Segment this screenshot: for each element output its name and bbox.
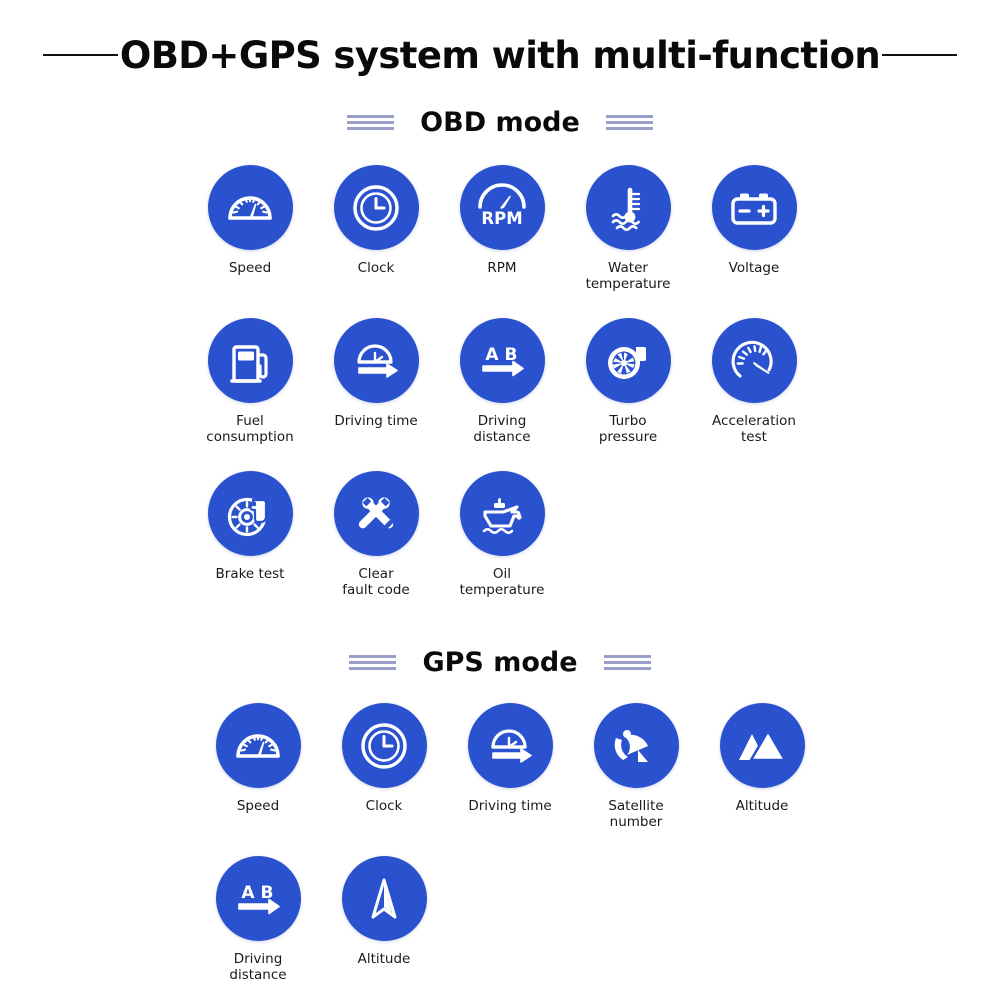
svg-text:B: B xyxy=(505,345,518,365)
obd-row-3: Brake test Clear fault code Oil temperat… xyxy=(187,471,565,599)
feature-label: Turbo pressure xyxy=(598,413,658,445)
feature-label: Driving distance xyxy=(229,951,287,983)
section-rule-right-icon xyxy=(603,654,651,670)
title-rule-left xyxy=(42,54,118,56)
speedometer-icon xyxy=(215,703,301,788)
section-title-gps: GPS mode xyxy=(422,646,578,678)
section-title-obd: OBD mode xyxy=(420,106,580,138)
feature-fuel-consumption[interactable]: Fuel consumption xyxy=(187,318,313,446)
fuel-pump-icon xyxy=(207,318,293,403)
feature-oil-temperature[interactable]: Oil temperature xyxy=(439,471,565,599)
svg-text:RPM: RPM xyxy=(481,209,522,228)
gps-row-2: A B Driving distance Altitude xyxy=(195,856,447,984)
driving-time-icon xyxy=(467,703,553,788)
feature-clear-fault-code[interactable]: Clear fault code xyxy=(313,471,439,599)
speedometer-icon xyxy=(207,165,293,250)
feature-label: Oil temperature xyxy=(459,566,545,598)
feature-brake-test[interactable]: Brake test xyxy=(187,471,313,583)
feature-label: Driving time xyxy=(334,413,418,429)
clock-icon xyxy=(341,703,427,788)
battery-icon xyxy=(711,165,797,250)
feature-gps-speed[interactable]: Speed xyxy=(195,703,321,815)
feature-label: RPM xyxy=(487,260,517,276)
clock-icon xyxy=(333,165,419,250)
feature-label: Satellite number xyxy=(608,798,664,830)
feature-label: Driving distance xyxy=(473,413,531,445)
feature-acceleration-test[interactable]: Acceleration test xyxy=(691,318,817,446)
wrench-tools-icon xyxy=(333,471,419,556)
driving-time-icon xyxy=(333,318,419,403)
feature-label: Acceleration test xyxy=(712,413,796,445)
feature-label: Fuel consumption xyxy=(206,413,294,445)
section-header-obd: OBD mode xyxy=(0,102,1000,142)
feature-label: Voltage xyxy=(728,260,780,276)
feature-gps-clock[interactable]: Clock xyxy=(321,703,447,815)
feature-label: Clock xyxy=(365,798,403,814)
obd-row-2: Fuel consumption Driving time A B Drivin… xyxy=(187,318,817,446)
navigation-arrow-icon xyxy=(341,856,427,941)
driving-distance-icon: A B xyxy=(459,318,545,403)
feature-voltage[interactable]: Voltage xyxy=(691,165,817,277)
satellite-dish-icon xyxy=(593,703,679,788)
feature-gps-driving-time[interactable]: Driving time xyxy=(447,703,573,815)
page-title-bar: OBD+GPS system with multi-function xyxy=(0,26,1000,84)
feature-speed[interactable]: Speed xyxy=(187,165,313,277)
svg-text:A: A xyxy=(485,345,499,365)
rpm-gauge-icon: RPM xyxy=(459,165,545,250)
mountains-icon xyxy=(719,703,805,788)
feature-turbo-pressure[interactable]: Turbo pressure xyxy=(565,318,691,446)
feature-clock[interactable]: Clock xyxy=(313,165,439,277)
obd-row-1: Speed Clock RPM RPM Water temperature Vo… xyxy=(187,165,817,293)
svg-text:B: B xyxy=(261,883,274,903)
brake-disc-icon xyxy=(207,471,293,556)
section-rule-right-icon xyxy=(605,114,653,130)
feature-driving-distance[interactable]: A B Driving distance xyxy=(439,318,565,446)
page-title: OBD+GPS system with multi-function xyxy=(119,33,881,77)
feature-gps-driving-distance[interactable]: A B Driving distance xyxy=(195,856,321,984)
water-temperature-icon xyxy=(585,165,671,250)
feature-label: Speed xyxy=(228,260,272,276)
svg-text:A: A xyxy=(241,883,255,903)
gps-row-1: Speed Clock Driving time Satellite numbe… xyxy=(195,703,825,831)
feature-label: Clock xyxy=(357,260,395,276)
feature-gps-altitude-mountains[interactable]: Altitude xyxy=(699,703,825,815)
feature-driving-time[interactable]: Driving time xyxy=(313,318,439,430)
section-rule-left-icon xyxy=(347,114,395,130)
acceleration-gauge-icon xyxy=(711,318,797,403)
feature-gps-altitude-arrow[interactable]: Altitude xyxy=(321,856,447,968)
feature-label: Water temperature xyxy=(585,260,671,292)
feature-label: Brake test xyxy=(215,566,285,582)
turbo-icon xyxy=(585,318,671,403)
feature-label: Clear fault code xyxy=(342,566,410,598)
feature-label: Altitude xyxy=(357,951,411,967)
feature-label: Altitude xyxy=(735,798,789,814)
feature-satellite-number[interactable]: Satellite number xyxy=(573,703,699,831)
oil-can-icon xyxy=(459,471,545,556)
driving-distance-icon: A B xyxy=(215,856,301,941)
feature-label: Speed xyxy=(236,798,280,814)
title-rule-right xyxy=(882,54,958,56)
section-header-gps: GPS mode xyxy=(0,642,1000,682)
section-rule-left-icon xyxy=(349,654,397,670)
feature-water-temperature[interactable]: Water temperature xyxy=(565,165,691,293)
feature-rpm[interactable]: RPM RPM xyxy=(439,165,565,277)
feature-label: Driving time xyxy=(468,798,552,814)
